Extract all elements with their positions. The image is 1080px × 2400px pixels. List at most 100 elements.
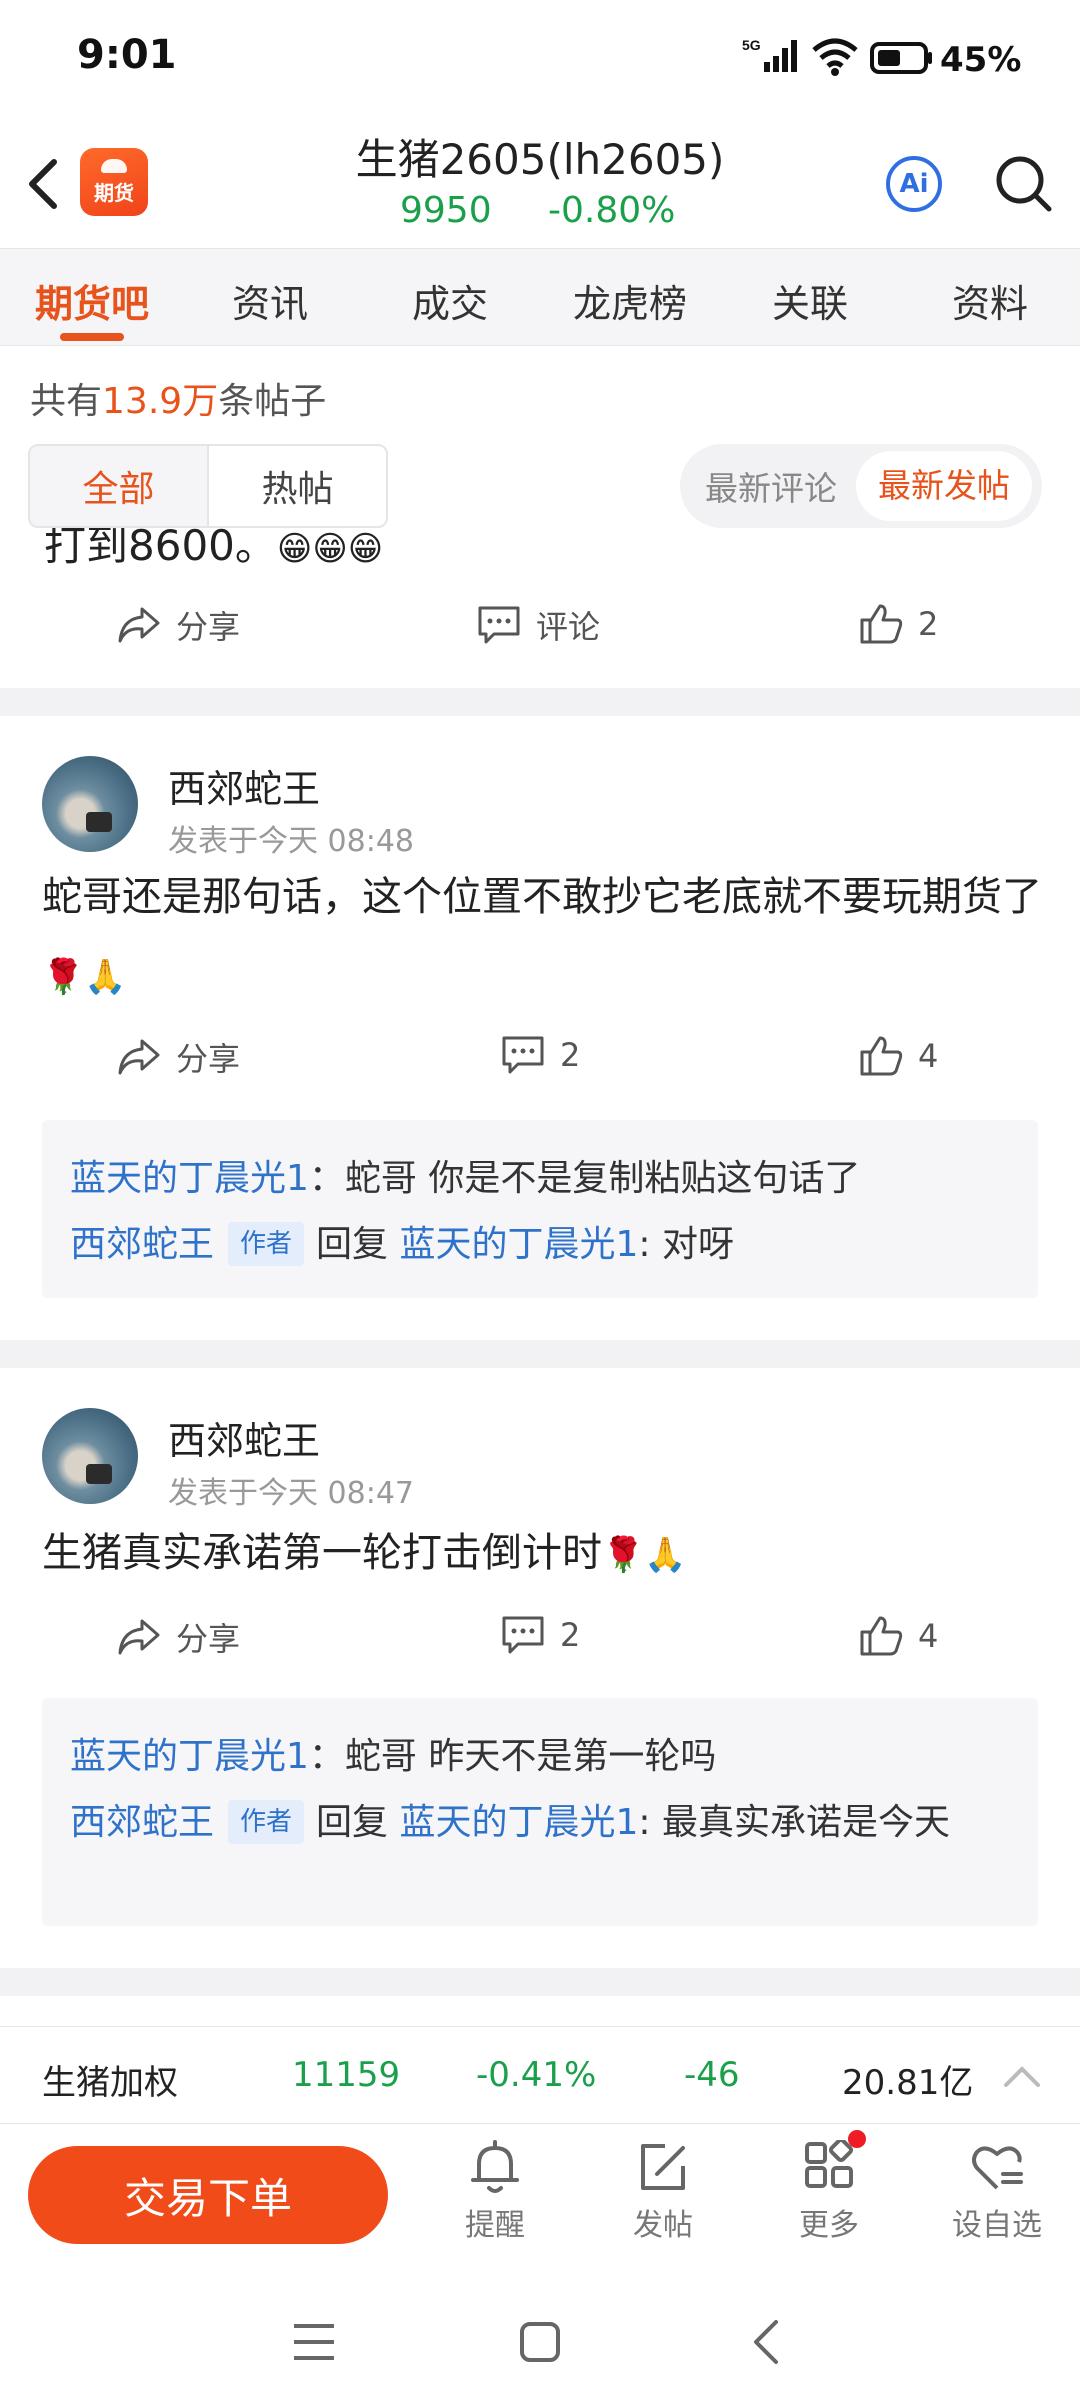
- reply-item: 西郊蛇王 作者 回复 蓝天的丁晨光1: 最真实承诺是今天: [70, 1790, 1010, 1856]
- reply-word: 回复: [316, 1224, 389, 1265]
- reply-item: 蓝天的丁晨光1：蛇哥 昨天不是第一轮吗: [70, 1724, 1010, 1790]
- tab-forum[interactable]: 期货吧: [2, 273, 182, 328]
- like-count: 4: [918, 1617, 939, 1655]
- comment-icon: [478, 606, 520, 644]
- tab-news[interactable]: 资讯: [180, 273, 360, 328]
- ticker-percent: -0.41%: [476, 2055, 597, 2095]
- tab-leaderboard[interactable]: 龙虎榜: [540, 273, 720, 328]
- tab-bar: 期货吧 资讯 成交 龙虎榜 关联 资料: [0, 248, 1080, 346]
- filter-hot[interactable]: 热帖: [207, 446, 386, 526]
- post-button[interactable]: 发帖: [598, 2140, 728, 2244]
- more-button[interactable]: 更多: [764, 2140, 894, 2244]
- battery-percent: 45%: [940, 40, 1022, 80]
- partial-post-content: 打到8600。: [44, 521, 277, 570]
- home-icon[interactable]: [518, 2320, 562, 2364]
- comment-icon: [502, 1036, 544, 1074]
- like-count: 4: [918, 1037, 939, 1075]
- post-content[interactable]: 生猪真实承诺第一轮打击倒计时🌹🙏: [42, 1514, 1042, 1594]
- comment-button[interactable]: 评论: [476, 602, 600, 648]
- ai-label: Ai: [899, 169, 929, 199]
- share-button[interactable]: 分享: [116, 1034, 240, 1080]
- share-label: 分享: [176, 1040, 241, 1078]
- heart-plus-icon: [972, 2146, 1023, 2190]
- post-text: 蛇哥还是那句话，这个位置不敢抄它老底就不要玩期货了: [42, 874, 1042, 920]
- remind-button[interactable]: 提醒: [430, 2140, 560, 2244]
- ticker-volume: 20.81亿: [842, 2063, 974, 2103]
- thumbs-up-icon: [860, 1616, 903, 1656]
- post-time: 发表于今天 08:48: [168, 824, 414, 859]
- share-icon: [118, 607, 160, 643]
- back-button[interactable]: [24, 156, 64, 216]
- reply-text: ：蛇哥 你是不是复制粘贴这句话了: [308, 1158, 861, 1199]
- like-button[interactable]: 2: [858, 602, 938, 646]
- back-nav-icon[interactable]: [748, 2318, 782, 2366]
- share-button[interactable]: 分享: [116, 602, 240, 648]
- like-button[interactable]: 4: [858, 1034, 938, 1078]
- reply-target-user[interactable]: 蓝天的丁晨光1: [400, 1802, 639, 1843]
- comment-label: 评论: [536, 608, 601, 646]
- reply-item: 蓝天的丁晨光1：蛇哥 你是不是复制粘贴这句话了: [70, 1146, 1010, 1212]
- page-title: 生猪2605(lh2605): [355, 135, 725, 184]
- reply-item: 西郊蛇王 作者 回复 蓝天的丁晨光1: 对呀: [70, 1212, 1010, 1278]
- section-divider: [0, 1340, 1080, 1368]
- username[interactable]: 西郊蛇王: [168, 1410, 320, 1465]
- author-badge: 作者: [228, 1222, 305, 1266]
- thumbs-up-icon: [860, 1036, 903, 1076]
- system-nav-bar: [0, 2270, 1080, 2400]
- post-count: 共有13.9万条帖子: [30, 372, 326, 424]
- like-button[interactable]: 4: [858, 1614, 938, 1658]
- remind-label: 提醒: [465, 2208, 525, 2243]
- tab-active-indicator: [60, 333, 124, 341]
- futures-logo: 期货: [80, 148, 148, 216]
- share-button[interactable]: 分享: [116, 1614, 240, 1660]
- ticker-name: 生猪加权: [42, 2063, 178, 2103]
- grid-icon: [805, 2140, 854, 2188]
- like-count: 2: [918, 605, 939, 643]
- add-watchlist-button[interactable]: 设自选: [932, 2140, 1062, 2244]
- status-time: 9:01: [77, 32, 177, 78]
- chevron-up-icon[interactable]: [1002, 2063, 1042, 2089]
- reply-list[interactable]: 蓝天的丁晨光1：蛇哥 昨天不是第一轮吗 西郊蛇王 作者 回复 蓝天的丁晨光1: 最真…: [42, 1698, 1038, 1926]
- battery-icon: [870, 42, 934, 78]
- ticker-change: -46: [684, 2055, 740, 2095]
- tab-related[interactable]: 关联: [720, 273, 900, 328]
- reply-user[interactable]: 西郊蛇王: [70, 1802, 214, 1843]
- more-label: 更多: [799, 2208, 859, 2243]
- share-icon: [118, 1619, 160, 1655]
- index-ticker[interactable]: 生猪加权 11159 -0.41% -46 20.81亿: [0, 2026, 1080, 2124]
- section-divider: [0, 688, 1080, 716]
- share-icon: [118, 1039, 160, 1075]
- bell-icon: [471, 2140, 519, 2193]
- search-button[interactable]: [994, 154, 1054, 214]
- sort-latest-post[interactable]: 最新发帖: [856, 451, 1032, 521]
- avatar[interactable]: [42, 1408, 138, 1504]
- post-count-suffix: 条帖子: [218, 381, 327, 422]
- post-content[interactable]: 蛇哥还是那句话，这个位置不敢抄它老底就不要玩期货了 🌹🙏: [42, 858, 1042, 1016]
- post-count-prefix: 共有: [30, 381, 103, 422]
- partial-post-emojis: 😁😁😁: [276, 529, 384, 569]
- username[interactable]: 西郊蛇王: [168, 758, 320, 813]
- author-badge: 作者: [228, 1800, 305, 1844]
- reply-text: ：蛇哥 昨天不是第一轮吗: [308, 1736, 717, 1777]
- avatar[interactable]: [42, 756, 138, 852]
- reply-user[interactable]: 西郊蛇王: [70, 1224, 214, 1265]
- tab-info[interactable]: 资料: [900, 273, 1080, 328]
- sort-latest-comment[interactable]: 最新评论: [686, 462, 856, 510]
- menu-icon[interactable]: [292, 2322, 336, 2362]
- watchlist-label: 设自选: [952, 2208, 1042, 2243]
- post-text: 生猪真实承诺第一轮打击倒计时: [42, 1530, 602, 1576]
- filter-all[interactable]: 全部: [30, 446, 207, 526]
- trade-order-button[interactable]: 交易下单: [28, 2146, 388, 2244]
- reply-user[interactable]: 蓝天的丁晨光1: [70, 1736, 309, 1777]
- post-emojis: 🌹🙏: [602, 1535, 687, 1575]
- reply-text: : 最真实承诺是今天: [638, 1802, 950, 1843]
- reply-user[interactable]: 蓝天的丁晨光1: [70, 1158, 309, 1199]
- current-price: 9950: [400, 190, 492, 231]
- tab-trades[interactable]: 成交: [360, 273, 540, 328]
- comment-button[interactable]: 2: [500, 1614, 580, 1656]
- reply-target-user[interactable]: 蓝天的丁晨光1: [400, 1224, 639, 1265]
- comment-button[interactable]: 2: [500, 1034, 580, 1076]
- comment-count: 2: [560, 1616, 581, 1654]
- reply-list[interactable]: 蓝天的丁晨光1：蛇哥 你是不是复制粘贴这句话了 西郊蛇王 作者 回复 蓝天的丁晨光1…: [42, 1120, 1038, 1298]
- ai-button[interactable]: Ai: [886, 156, 942, 212]
